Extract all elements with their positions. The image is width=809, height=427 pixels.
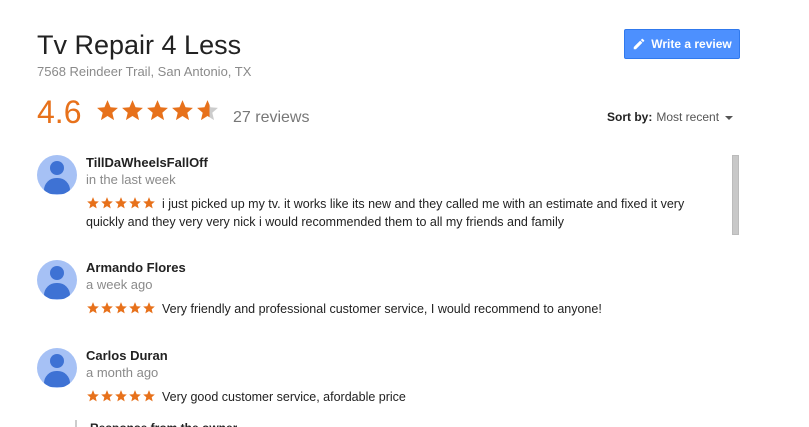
pencil-icon bbox=[634, 38, 645, 50]
review-time: a month ago bbox=[86, 365, 159, 380]
star-icon bbox=[101, 390, 113, 402]
review-author[interactable]: Carlos Duran bbox=[86, 348, 168, 363]
star-icon bbox=[143, 390, 155, 402]
review-author[interactable]: TillDaWheelsFallOff bbox=[86, 155, 208, 170]
star-icon bbox=[115, 302, 127, 314]
owner-response-divider bbox=[75, 420, 77, 427]
star-icon bbox=[147, 100, 168, 121]
review-body: Very friendly and professional customer … bbox=[86, 300, 706, 318]
business-title: Tv Repair 4 Less bbox=[37, 30, 242, 60]
star-icon bbox=[101, 197, 113, 209]
write-review-button[interactable]: Write a review bbox=[624, 29, 740, 59]
star-icon bbox=[115, 197, 127, 209]
star-icon bbox=[87, 302, 99, 314]
avatar[interactable] bbox=[37, 348, 77, 388]
star-icon bbox=[129, 197, 141, 209]
star-icon bbox=[87, 390, 99, 402]
review-stars bbox=[86, 301, 156, 315]
review-author[interactable]: Armando Flores bbox=[86, 260, 186, 275]
star-icon bbox=[143, 197, 155, 209]
review-text: Very friendly and professional customer … bbox=[162, 302, 602, 316]
review-body: i just picked up my tv. it works like it… bbox=[86, 195, 706, 231]
star-icon bbox=[101, 302, 113, 314]
star-icon bbox=[143, 302, 155, 314]
owner-response-title: Response from the owner bbox=[90, 421, 237, 427]
review-count-link[interactable]: 27 reviews bbox=[233, 109, 309, 127]
star-icon bbox=[87, 197, 99, 209]
scrollbar-thumb[interactable] bbox=[732, 155, 739, 235]
review-stars bbox=[86, 389, 156, 403]
business-address: 7568 Reindeer Trail, San Antonio, TX bbox=[37, 64, 252, 79]
review-time: a week ago bbox=[86, 277, 153, 292]
star-icon bbox=[129, 302, 141, 314]
star-icon bbox=[129, 390, 141, 402]
caret-down-icon[interactable] bbox=[725, 116, 734, 120]
write-review-label: Write a review bbox=[651, 37, 732, 51]
review-time: in the last week bbox=[86, 172, 176, 187]
review-text: i just picked up my tv. it works like it… bbox=[86, 197, 685, 229]
star-icon bbox=[115, 390, 127, 402]
review-text: Very good customer service, afordable pr… bbox=[162, 390, 406, 404]
star-icon bbox=[122, 100, 143, 121]
overall-stars bbox=[95, 98, 220, 128]
review-body: Very good customer service, afordable pr… bbox=[86, 388, 706, 406]
star-icon bbox=[172, 100, 193, 121]
avatar[interactable] bbox=[37, 155, 77, 195]
avatar[interactable] bbox=[37, 260, 77, 300]
sort-label: Sort by: bbox=[607, 110, 653, 124]
review-stars bbox=[86, 196, 156, 210]
star-icon bbox=[197, 100, 218, 121]
overall-rating: 4.6 bbox=[37, 94, 82, 130]
sort-dropdown[interactable]: Sort by: Most recent bbox=[607, 110, 734, 124]
star-icon bbox=[97, 100, 118, 121]
sort-value[interactable]: Most recent bbox=[656, 110, 719, 124]
